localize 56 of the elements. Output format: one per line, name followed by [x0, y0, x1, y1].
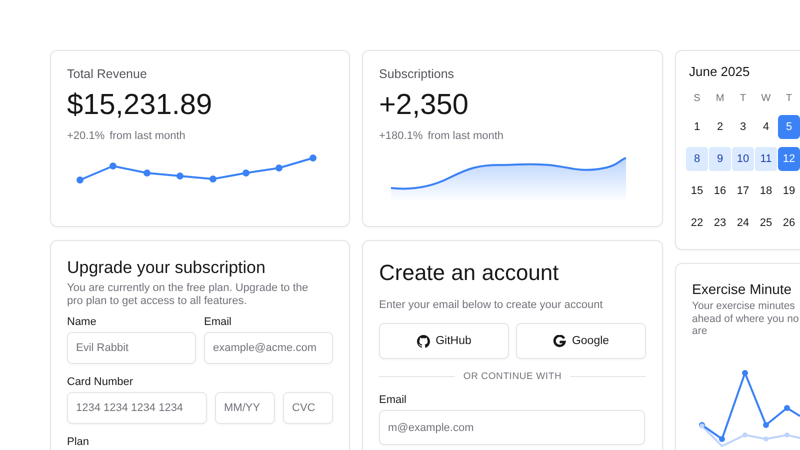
stat-note: from last month — [428, 130, 504, 142]
field-label: Card Number — [67, 376, 134, 388]
stat-value: $15,231.89 — [67, 89, 214, 122]
card-description: Your exercise minutes ahead of where you no are — [692, 300, 800, 338]
card-title: Exercise Minute — [692, 281, 793, 297]
calendar-day[interactable]: 19 — [778, 179, 800, 203]
calendar-day[interactable]: 17 — [732, 179, 754, 203]
calendar-day[interactable]: 2 — [709, 115, 731, 139]
calendar-day[interactable]: 4 — [755, 115, 777, 139]
calendar-day[interactable]: 3 — [732, 115, 754, 139]
calendar-day[interactable]: 1 — [686, 115, 708, 139]
stat-change: +20.1% — [67, 130, 105, 142]
calendar-day[interactable]: 9 — [709, 147, 731, 171]
field-label: Name — [67, 316, 98, 328]
field-label: Email — [379, 394, 408, 406]
card-title: Upgrade your subscription — [67, 258, 266, 278]
divider-text: OR CONTINUE WITH — [463, 371, 562, 382]
field-label: Email — [204, 316, 233, 328]
calendar-day[interactable]: 24 — [732, 211, 754, 235]
google-button[interactable]: Google — [516, 323, 646, 360]
card-input[interactable]: MM/YY — [215, 392, 275, 424]
calendar-day[interactable]: 23 — [709, 211, 731, 235]
calendar-day[interactable]: 10 — [732, 147, 754, 171]
field-label: Plan — [67, 436, 90, 448]
calendar-title: June 2025 — [688, 64, 751, 79]
name-input[interactable]: Evil Rabbit — [67, 332, 196, 364]
weekday-label: S — [692, 92, 702, 106]
calendar-day[interactable]: 11 — [755, 147, 777, 171]
email-input[interactable]: m@example.com — [379, 410, 645, 446]
stat-title: Subscriptions — [379, 67, 456, 81]
github-button[interactable]: GitHub — [379, 323, 509, 360]
google-icon — [552, 334, 566, 348]
calendar-day[interactable]: 22 — [686, 211, 708, 235]
weekday-label: M — [714, 92, 726, 106]
calendar-day[interactable]: 26 — [778, 211, 800, 235]
stat-change: +180.1% — [379, 130, 423, 142]
card-description: You are currently on the free plan. Upgrade to the pro plan to get access to all features. — [67, 282, 310, 308]
github-icon — [416, 334, 430, 348]
stat-title: Total Revenue — [67, 67, 148, 81]
card-input[interactable]: 1234 1234 1234 1234 — [67, 392, 207, 424]
calendar-day[interactable]: 18 — [755, 179, 777, 203]
weekday-label: W — [760, 92, 772, 106]
calendar-day[interactable]: 15 — [686, 179, 708, 203]
stat-note: from last month — [110, 130, 186, 142]
card-description: Enter your email below to create your account — [379, 299, 604, 312]
calendar-day[interactable]: 5 — [778, 115, 800, 139]
calendar-day[interactable]: 8 — [686, 147, 708, 171]
email-input[interactable]: example@acme.com — [204, 332, 333, 364]
calendar-day[interactable]: 25 — [755, 211, 777, 235]
weekday-label: T — [738, 92, 748, 106]
stat-value: +2,350 — [379, 89, 470, 122]
calendar-day[interactable]: 12 — [778, 147, 800, 171]
weekday-label: T — [784, 92, 794, 106]
card-title: Create an account — [379, 260, 560, 286]
card-input[interactable]: CVC — [283, 392, 333, 424]
calendar-day[interactable]: 16 — [709, 179, 731, 203]
